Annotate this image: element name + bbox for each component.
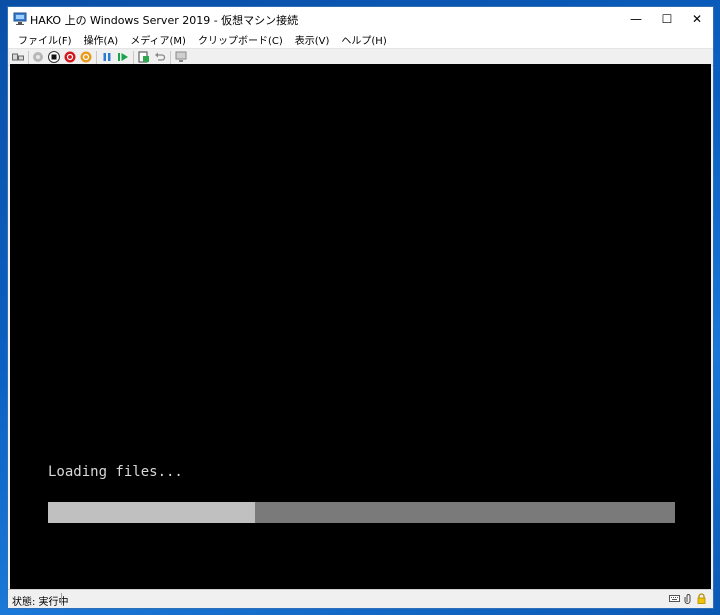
maximize-button[interactable]: ☐ — [650, 7, 684, 31]
menu-view[interactable]: 表示(V) — [289, 32, 336, 47]
vm-display[interactable]: Loading files... — [10, 64, 711, 591]
vm-connection-window: HAKO 上の Windows Server 2019 - 仮想マシン接続 — … — [7, 6, 714, 609]
loading-progress-fill — [48, 502, 255, 523]
enhanced-session-icon[interactable] — [175, 51, 187, 63]
menu-file[interactable]: ファイル(F) — [12, 32, 78, 47]
close-button[interactable]: ✕ — [680, 7, 714, 31]
pause-icon[interactable] — [101, 51, 113, 63]
turn-off-icon[interactable] — [48, 51, 60, 63]
menu-bar: ファイル(F) 操作(A) メディア(M) クリップボード(C) 表示(V) ヘ… — [8, 31, 713, 48]
menu-media[interactable]: メディア(M) — [124, 32, 192, 47]
vm-connect-app-icon — [13, 12, 27, 25]
toolbar-separator — [170, 51, 171, 64]
start-icon[interactable] — [32, 51, 44, 63]
save-icon[interactable] — [80, 51, 92, 63]
title-bar[interactable]: HAKO 上の Windows Server 2019 - 仮想マシン接続 — … — [8, 7, 713, 31]
lock-icon — [697, 593, 706, 604]
minimize-button[interactable]: — — [619, 7, 653, 31]
resume-icon[interactable] — [117, 51, 129, 63]
menu-help[interactable]: ヘルプ(H) — [335, 32, 392, 47]
revert-icon[interactable] — [154, 51, 166, 63]
keyboard-icon — [669, 595, 680, 602]
status-bar: 状態: 実行中 — [8, 589, 713, 608]
window-title: HAKO 上の Windows Server 2019 - 仮想マシン接続 — [30, 14, 299, 27]
loading-message: Loading files... — [48, 464, 183, 480]
toolbar-separator — [96, 51, 97, 64]
loading-progress-bar — [48, 502, 675, 523]
toolbar-separator — [133, 51, 134, 64]
checkpoint-icon[interactable] — [138, 51, 150, 63]
status-separator — [61, 593, 62, 605]
ctrl-alt-del-icon[interactable] — [12, 51, 24, 63]
attachment-icon — [684, 594, 691, 604]
menu-clipboard[interactable]: クリップボード(C) — [192, 32, 289, 47]
toolbar-separator — [28, 51, 29, 64]
shut-down-icon[interactable] — [64, 51, 76, 63]
menu-action[interactable]: 操作(A) — [78, 32, 125, 47]
